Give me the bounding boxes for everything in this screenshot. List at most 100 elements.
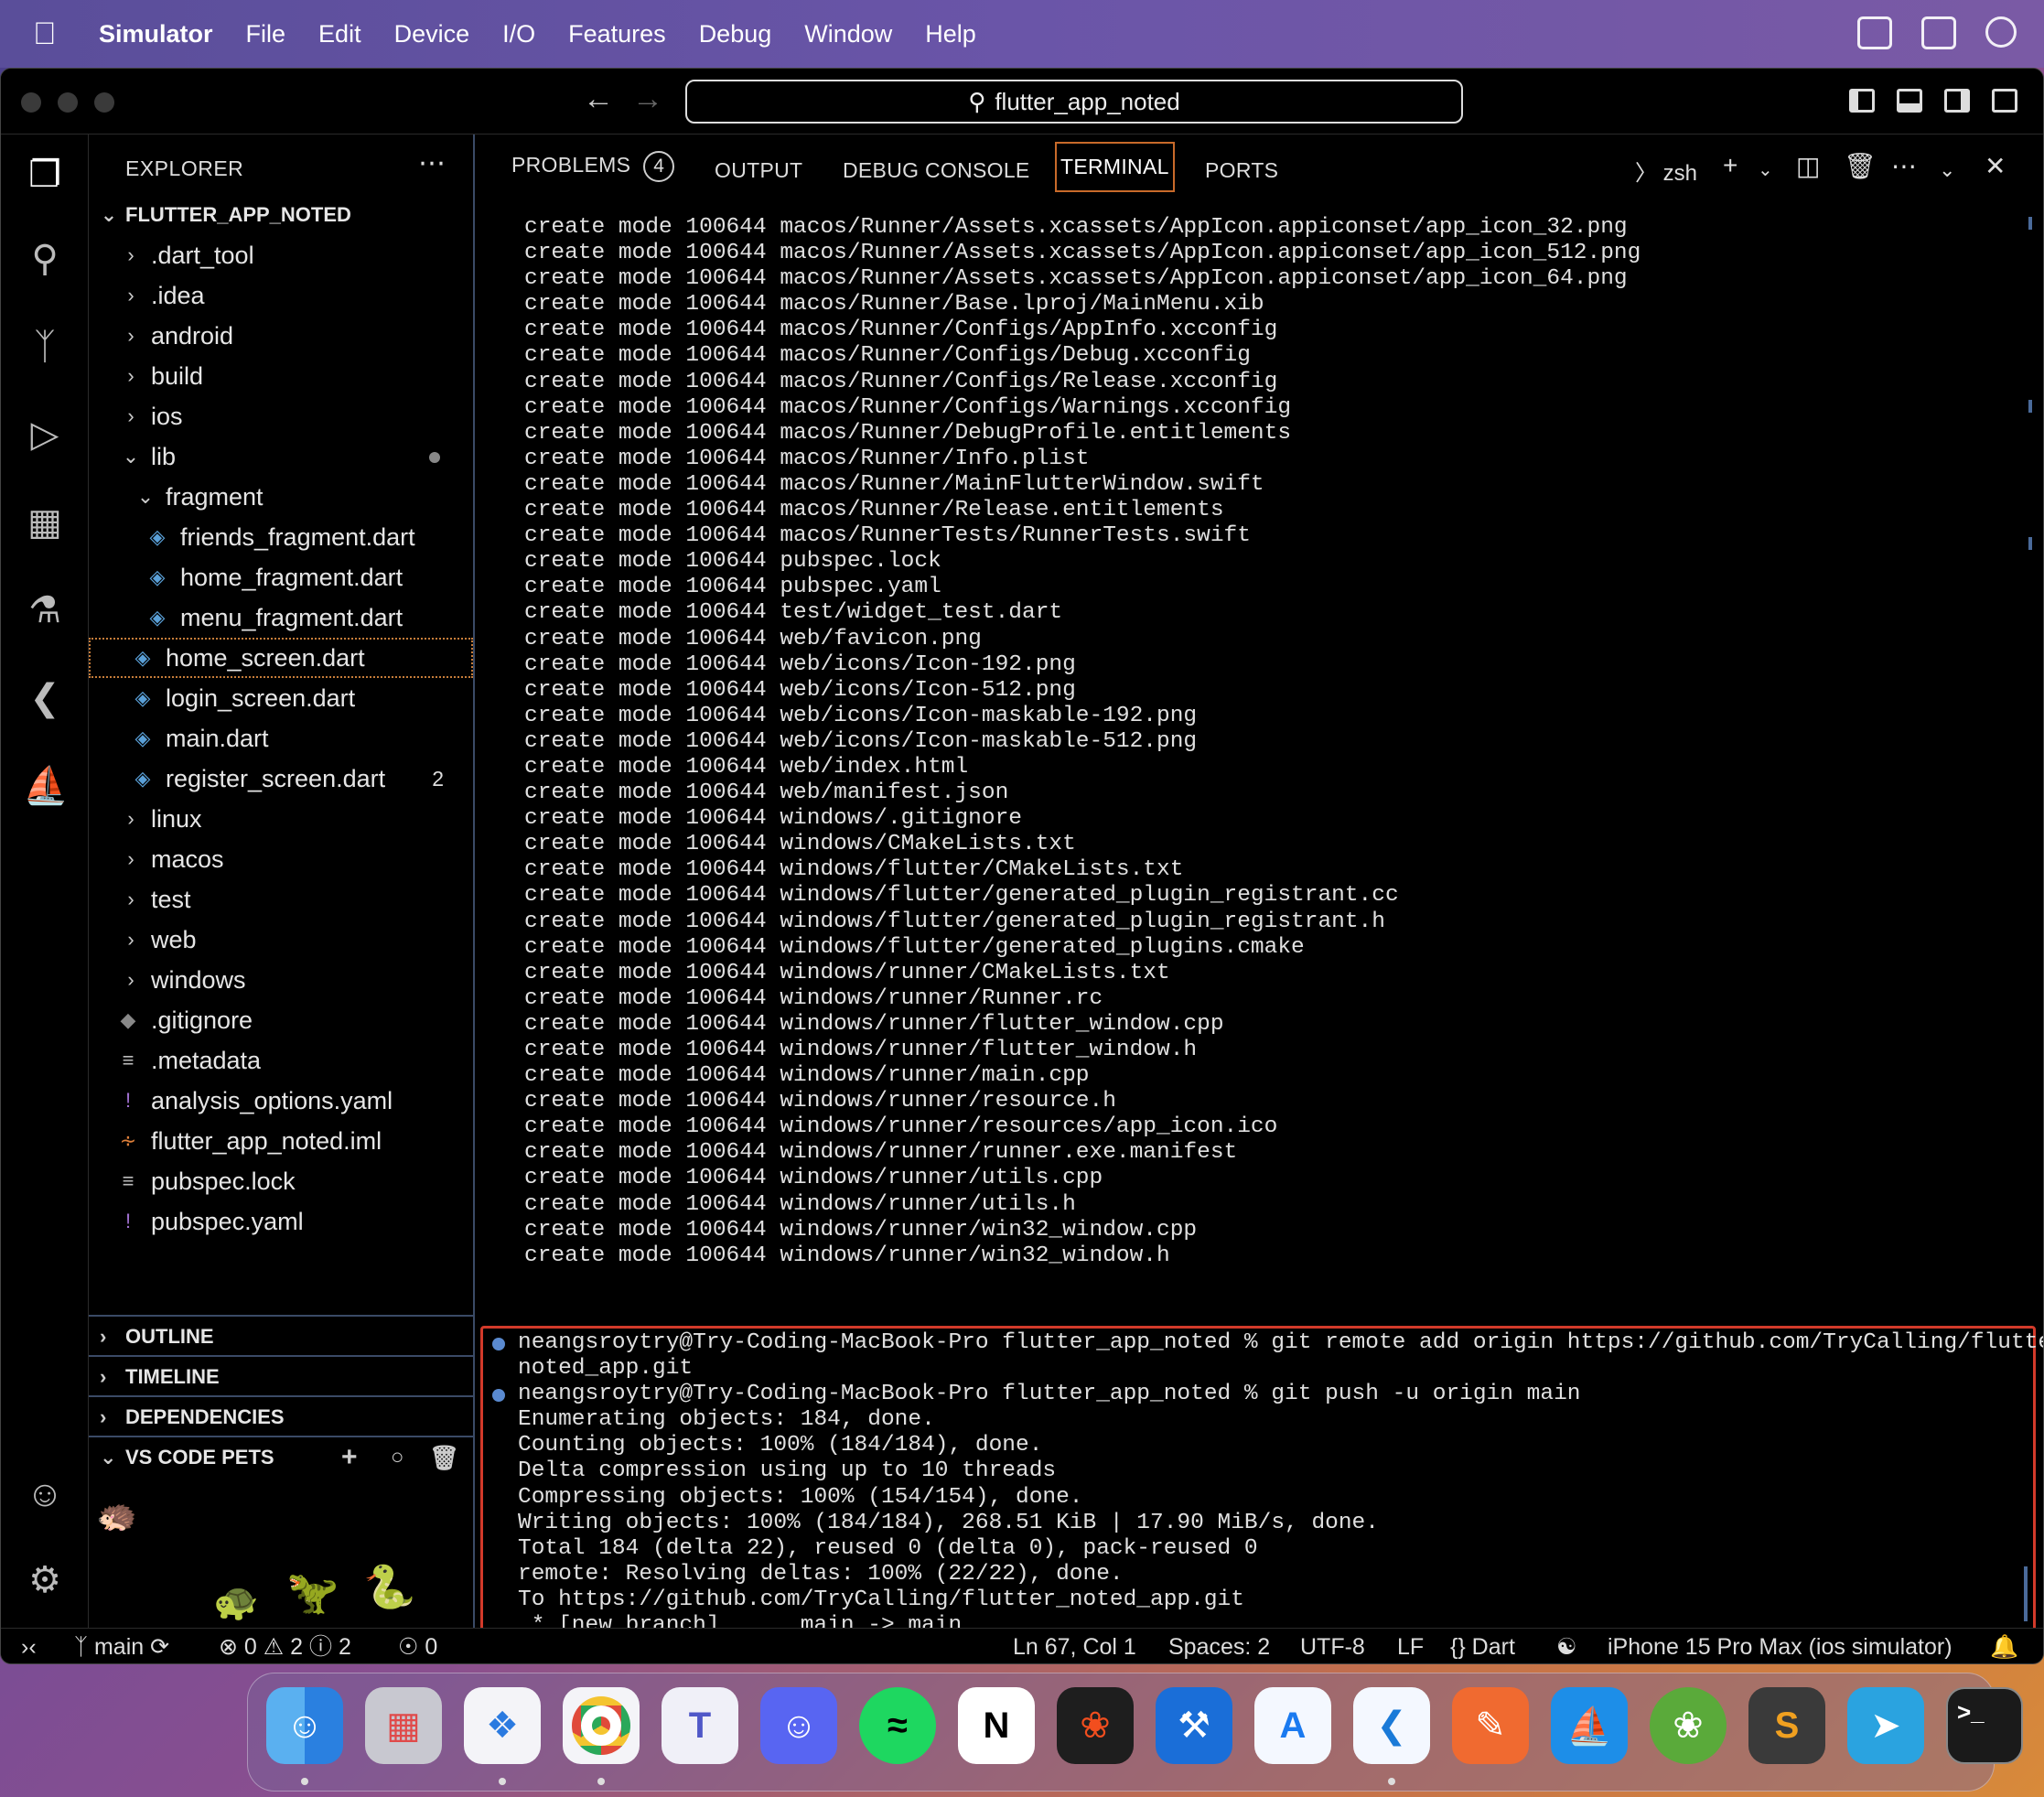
split-terminal-icon[interactable]: ◫ xyxy=(1796,151,1820,181)
menu-edit[interactable]: Edit xyxy=(318,20,361,48)
maximize-panel-icon[interactable]: ⌄ xyxy=(1939,158,1955,182)
dock-notion[interactable]: N xyxy=(958,1687,1035,1764)
close-window-button[interactable] xyxy=(21,92,41,113)
pet-dino-icon[interactable]: 🦖 xyxy=(286,1567,339,1618)
encoding[interactable]: UTF-8 xyxy=(1300,1629,1365,1663)
tab-debug-console[interactable]: DEBUG CONSOLE xyxy=(843,158,1030,183)
more-actions-icon[interactable]: ⋯ xyxy=(418,147,446,179)
new-terminal-icon[interactable]: + xyxy=(1723,151,1737,180)
dock-spotify[interactable]: ≈ xyxy=(859,1687,936,1764)
settings-gear-icon[interactable]: ⚙ xyxy=(23,1558,67,1602)
dock-telegram[interactable]: ➤ xyxy=(1847,1687,1924,1764)
folder-idea[interactable]: › .idea xyxy=(89,275,473,316)
dock-postman[interactable]: ✎ xyxy=(1452,1687,1529,1764)
folder-macos[interactable]: › macos xyxy=(89,839,473,879)
file-pubspec-lock[interactable]: ≡ pubspec.lock xyxy=(89,1161,473,1201)
more-actions-icon[interactable]: ⋯ xyxy=(1891,151,1917,181)
problems-indicator[interactable]: ⊗ 0 ⚠ 2 ⓘ 2 xyxy=(219,1629,351,1663)
close-panel-icon[interactable]: ✕ xyxy=(1985,151,2006,181)
folder-fragment[interactable]: ⌄ fragment xyxy=(89,477,473,517)
zoom-window-button[interactable] xyxy=(94,92,114,113)
account-icon[interactable]: ☺ xyxy=(23,1472,67,1516)
file-main-dart[interactable]: ◈ main.dart xyxy=(89,718,473,759)
dock-docker[interactable]: ⛵ xyxy=(1551,1687,1628,1764)
add-pet-icon[interactable]: + xyxy=(341,1437,358,1478)
dock-app-store[interactable]: A xyxy=(1254,1687,1331,1764)
dock-safari[interactable]: ❖ xyxy=(464,1687,541,1764)
file-iml[interactable]: ∻ flutter_app_noted.iml xyxy=(89,1121,473,1161)
extensions-icon[interactable]: ▦ xyxy=(23,500,67,544)
dock-xcode[interactable]: ⚒ xyxy=(1156,1687,1232,1764)
tab-terminal[interactable]: TERMINAL xyxy=(1055,142,1175,192)
play-icon[interactable] xyxy=(1985,16,2017,48)
language-mode[interactable]: {} Dart xyxy=(1450,1629,1515,1663)
indentation[interactable]: Spaces: 2 xyxy=(1168,1629,1270,1663)
terminal-scrollbar[interactable] xyxy=(2024,1566,2028,1621)
highlighted-terminal-region[interactable]: neangsroytry@Try-Coding-MacBook-Pro flut… xyxy=(480,1326,2043,1663)
customize-layout-icon[interactable] xyxy=(1992,89,2017,113)
remote-icon[interactable]: ›‹ xyxy=(21,1629,37,1663)
file-register-screen[interactable]: ◈ register_screen.dart 2 xyxy=(89,759,473,799)
tab-problems[interactable]: PROBLEMS 4 xyxy=(511,151,675,182)
line-ending[interactable]: LF xyxy=(1397,1629,1424,1663)
menu-features[interactable]: Features xyxy=(568,20,666,48)
ball-icon[interactable]: ○ xyxy=(391,1437,404,1478)
dock-chrome[interactable] xyxy=(563,1687,640,1764)
dock-finder[interactable]: ☺ xyxy=(266,1687,343,1764)
dock-figma[interactable]: ❀ xyxy=(1057,1687,1134,1764)
terminal-shell-selector[interactable]: 〉 zsh xyxy=(1635,155,1697,187)
file-menu-fragment[interactable]: ◈ menu_fragment.dart xyxy=(89,597,473,638)
timeline-section[interactable]: › TIMELINE xyxy=(89,1355,473,1395)
run-debug-icon[interactable]: ▷ xyxy=(23,413,67,457)
toggle-secondary-sidebar-icon[interactable] xyxy=(1944,89,1970,113)
toggle-panel-icon[interactable] xyxy=(1897,89,1922,113)
dock-launchpad[interactable]: ▦ xyxy=(365,1687,442,1764)
dock-teams[interactable]: T xyxy=(662,1687,738,1764)
cursor-position[interactable]: Ln 67, Col 1 xyxy=(1013,1629,1136,1663)
folder-ios[interactable]: › ios xyxy=(89,396,473,436)
kill-terminal-icon[interactable]: 🗑 xyxy=(1844,151,1877,181)
vscode-pets-section[interactable]: ⌄ VS CODE PETS + ○ 🗑 xyxy=(89,1436,473,1476)
dependencies-section[interactable]: › DEPENDENCIES xyxy=(89,1395,473,1436)
menu-help[interactable]: Help xyxy=(925,20,976,48)
menu-window[interactable]: Window xyxy=(804,20,892,48)
file-pubspec-yaml[interactable]: ! pubspec.yaml xyxy=(89,1201,473,1242)
command-center-search[interactable]: ⚲ flutter_app_noted xyxy=(685,80,1463,124)
tab-output[interactable]: OUTPUT xyxy=(715,158,802,183)
chevron-down-icon[interactable]: ⌄ xyxy=(1758,158,1773,181)
project-root[interactable]: ⌄ FLUTTER_APP_NOTED xyxy=(89,195,473,235)
copilot-icon[interactable]: ☯ xyxy=(1556,1629,1576,1663)
menu-app-name[interactable]: Simulator xyxy=(99,20,213,48)
dock-terminal[interactable]: >_ xyxy=(1946,1687,2023,1764)
notifications-bell-icon[interactable]: 🔔 xyxy=(1990,1629,2018,1663)
docker-icon[interactable]: ⛵ xyxy=(23,764,69,808)
minimize-window-button[interactable] xyxy=(58,92,78,113)
dock-discord[interactable]: ☺ xyxy=(760,1687,837,1764)
folder-linux[interactable]: › linux xyxy=(89,799,473,839)
back-arrow-icon[interactable]: ← xyxy=(583,81,614,117)
folder-test[interactable]: › test xyxy=(89,879,473,920)
file-home-fragment[interactable]: ◈ home_fragment.dart xyxy=(89,557,473,597)
dock-sublime[interactable]: S xyxy=(1748,1687,1825,1764)
testing-icon[interactable]: ⚗ xyxy=(23,588,67,632)
branch-indicator[interactable]: ᛉ main ⟳ xyxy=(74,1629,169,1663)
dock-spring[interactable]: ❀ xyxy=(1650,1687,1727,1764)
terminal-output[interactable]: create mode 100644 macos/Runner/Assets.x… xyxy=(524,215,1641,1322)
menu-file[interactable]: File xyxy=(246,20,286,48)
outline-section[interactable]: › OUTLINE xyxy=(89,1315,473,1355)
search-icon[interactable]: ⚲ xyxy=(23,237,67,281)
file-gitignore[interactable]: ◆ .gitignore xyxy=(89,1000,473,1040)
menu-debug[interactable]: Debug xyxy=(699,20,772,48)
menu-io[interactable]: I/O xyxy=(502,20,535,48)
forward-arrow-icon[interactable]: → xyxy=(632,81,663,117)
folder-build[interactable]: › build xyxy=(89,356,473,396)
pet-hedgehog-icon[interactable]: 🦔 xyxy=(96,1496,137,1534)
pet-turtle-icon[interactable]: 🐢 xyxy=(213,1580,259,1623)
apple-icon[interactable]:  xyxy=(33,18,59,49)
screen-mirror-icon[interactable] xyxy=(1857,16,1892,49)
ports-indicator[interactable]: ☉ 0 xyxy=(398,1629,437,1663)
file-home-screen[interactable]: ◈ home_screen.dart xyxy=(89,638,473,678)
dock-vscode[interactable]: ❮ xyxy=(1353,1687,1430,1764)
device-selector[interactable]: iPhone 15 Pro Max (ios simulator) xyxy=(1608,1629,1953,1663)
menu-device[interactable]: Device xyxy=(394,20,470,48)
